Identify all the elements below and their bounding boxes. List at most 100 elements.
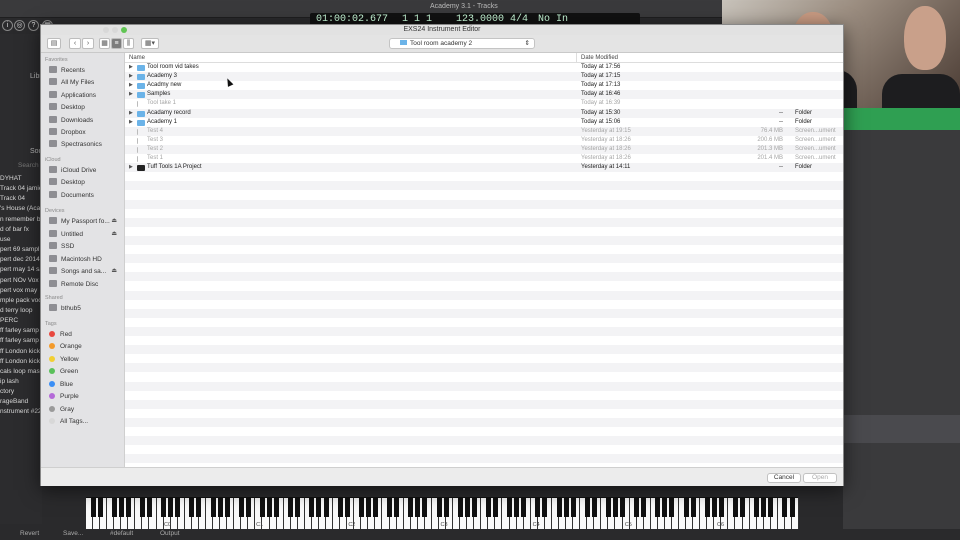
library-patch-item[interactable]: use — [0, 236, 10, 243]
piano-black-key[interactable] — [274, 498, 280, 517]
piano-black-key[interactable] — [641, 498, 647, 517]
piano-black-key[interactable] — [139, 498, 145, 517]
piano-black-key[interactable] — [443, 498, 449, 517]
piano-black-key[interactable] — [662, 498, 668, 517]
sidebar-item[interactable]: Yellow — [49, 354, 123, 365]
piano-black-key[interactable] — [394, 498, 400, 517]
forward-icon[interactable]: › — [82, 38, 94, 49]
library-patch-item[interactable]: pert vox may — [0, 287, 37, 294]
piano-black-key[interactable] — [189, 498, 195, 517]
green-region[interactable] — [843, 108, 960, 130]
library-patch-item[interactable]: d terry loop — [0, 307, 33, 314]
icon-view-icon[interactable]: ▦ — [99, 38, 110, 49]
piano-black-key[interactable] — [605, 498, 611, 517]
disclosure-triangle-icon[interactable]: ▶ — [129, 109, 133, 118]
piano-black-key[interactable] — [733, 498, 739, 517]
library-patch-item[interactable]: cals loop mas — [0, 368, 40, 375]
library-search-field[interactable]: Search — [18, 162, 39, 169]
piano-black-key[interactable] — [485, 498, 491, 517]
piano-black-key[interactable] — [514, 498, 520, 517]
piano-black-key[interactable] — [422, 498, 428, 517]
piano-black-key[interactable] — [372, 498, 378, 517]
piano-black-key[interactable] — [288, 498, 294, 517]
piano-black-key[interactable] — [408, 498, 414, 517]
piano-black-key[interactable] — [358, 498, 364, 517]
eject-icon[interactable]: ⏏ — [111, 229, 117, 240]
piano-black-key[interactable] — [90, 498, 96, 517]
track-region[interactable] — [843, 415, 960, 443]
arrange-menu-icon[interactable]: ▦▾ — [141, 38, 159, 49]
disclosure-triangle-icon[interactable]: ▶ — [129, 118, 133, 127]
library-patch-item[interactable]: ff London kick — [0, 358, 40, 365]
file-row[interactable]: ▶ Acadamy record Today at 15:30 -- Folder — [125, 109, 843, 118]
library-patch-item[interactable]: pert dec 2014 — [0, 256, 40, 263]
library-patch-item[interactable]: PERC — [0, 317, 18, 324]
piano-black-key[interactable] — [535, 498, 541, 517]
library-patch-item[interactable]: nstrument #222 — [0, 408, 42, 415]
file-row[interactable]: Test 3 Yesterday at 18:26 200.6 MB Screen..… — [125, 136, 843, 145]
disclosure-triangle-icon[interactable]: ▶ — [129, 72, 133, 81]
library-patch-item[interactable]: rageBand — [0, 398, 28, 405]
sidebar-item[interactable]: Downloads — [49, 115, 123, 126]
open-button[interactable]: Open — [803, 473, 837, 483]
piano-black-key[interactable] — [492, 498, 498, 517]
disclosure-triangle-icon[interactable]: ▶ — [129, 63, 133, 72]
library-patch-item[interactable]: ctory — [0, 388, 14, 395]
eject-icon[interactable]: ⏏ — [111, 216, 117, 227]
column-separator[interactable] — [576, 53, 577, 63]
file-row[interactable]: Tool take 1 Today at 16:39 — [125, 99, 843, 108]
close-dot-icon[interactable] — [103, 27, 109, 33]
piano-black-key[interactable] — [168, 498, 174, 517]
piano-black-key[interactable] — [365, 498, 371, 517]
piano-black-key[interactable] — [704, 498, 710, 517]
library-patch-item[interactable]: mple pack voc — [0, 297, 42, 304]
piano-black-key[interactable] — [111, 498, 117, 517]
sidebar-item[interactable]: My Passport fo... ⏏ — [49, 216, 123, 227]
piano-black-key[interactable] — [507, 498, 513, 517]
piano-black-key[interactable] — [316, 498, 322, 517]
library-icon[interactable]: ◎ — [14, 20, 25, 31]
sidebar-item[interactable]: All Tags... — [49, 416, 123, 427]
piano-black-key[interactable] — [217, 498, 223, 517]
file-row[interactable]: ▶ Tuff Tools 1A Project Yesterday at 14:11… — [125, 163, 843, 172]
piano-black-key[interactable] — [782, 498, 788, 517]
sidebar-item[interactable]: Songs and sa... ⏏ — [49, 266, 123, 277]
piano-black-key[interactable] — [620, 498, 626, 517]
sidebar-item[interactable]: Desktop — [49, 177, 123, 188]
piano-black-key[interactable] — [634, 498, 640, 517]
eject-icon[interactable]: ⏏ — [111, 266, 117, 277]
piano-black-key[interactable] — [464, 498, 470, 517]
piano-black-key[interactable] — [761, 498, 767, 517]
sidebar-item[interactable]: Purple — [49, 391, 123, 402]
sidebar-item[interactable]: iCloud Drive — [49, 165, 123, 176]
cancel-button[interactable]: Cancel — [767, 473, 801, 483]
library-patch-item[interactable]: n remember b — [0, 216, 40, 223]
library-patch-item[interactable]: DYHAT — [0, 175, 22, 182]
piano-black-key[interactable] — [196, 498, 202, 517]
disclosure-triangle-icon[interactable]: ▶ — [129, 81, 133, 90]
piano-black-key[interactable] — [711, 498, 717, 517]
piano-black-key[interactable] — [245, 498, 251, 517]
list-view-icon[interactable]: ≡ — [111, 38, 122, 49]
location-popup[interactable]: Tool room academy 2 ⇕ — [389, 38, 535, 49]
file-row[interactable]: Test 1 Yesterday at 18:26 201.4 MB Screen..… — [125, 154, 843, 163]
column-view-icon[interactable]: ⫼ — [123, 38, 134, 49]
sidebar-item[interactable]: All My Files — [49, 77, 123, 88]
piano-black-key[interactable] — [436, 498, 442, 517]
sidebar-item[interactable]: Remote Disc — [49, 279, 123, 290]
sidebar-item[interactable]: bthub5 — [49, 303, 123, 314]
sidebar-item[interactable]: Spectrasonics — [49, 139, 123, 150]
piano-black-key[interactable] — [591, 498, 597, 517]
piano-black-key[interactable] — [754, 498, 760, 517]
library-patch-item[interactable]: pert 69 sampl — [0, 246, 39, 253]
sidebar-item[interactable]: Blue — [49, 379, 123, 390]
piano-black-key[interactable] — [542, 498, 548, 517]
minimize-dot-icon[interactable] — [112, 27, 118, 33]
library-patch-item[interactable]: 's House (Aca — [0, 205, 40, 212]
file-row[interactable]: ▶ Academy 3 Today at 17:15 — [125, 72, 843, 81]
sidebar-item[interactable]: Dropbox — [49, 127, 123, 138]
library-patch-item[interactable]: pert NOv Vox — [0, 277, 39, 284]
piano-black-key[interactable] — [655, 498, 661, 517]
sidebar-item[interactable]: SSD — [49, 241, 123, 252]
sidebar-item[interactable]: Applications — [49, 90, 123, 101]
